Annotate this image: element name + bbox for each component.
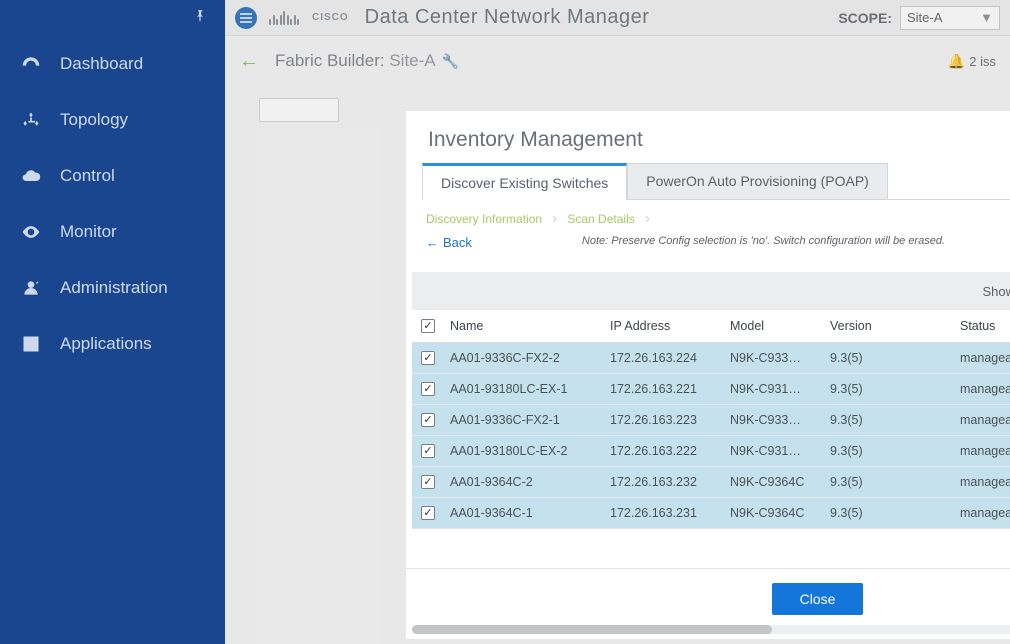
gauge-icon	[20, 54, 42, 74]
sidebar-item-topology[interactable]: Topology	[0, 92, 225, 148]
cell-status: manageable	[954, 406, 1010, 434]
cell-name: AA01-9336C-FX2-1	[444, 406, 604, 434]
col-header-name[interactable]: Name	[444, 310, 604, 342]
cell-version: 9.3(5)	[824, 375, 954, 403]
table-row[interactable]: AA01-93180LC-EX-2172.26.163.222N9K-C931……	[412, 436, 1010, 467]
cell-status: manageable	[954, 375, 1010, 403]
topology-icon	[20, 110, 42, 130]
sidebar-item-administration[interactable]: Administration	[0, 260, 225, 316]
cell-model: N9K-C931…	[724, 437, 824, 465]
scrollbar-thumb[interactable]	[412, 625, 772, 634]
sidebar-item-label: Control	[60, 166, 115, 186]
modal-footer: Close	[406, 568, 1010, 625]
sidebar-item-label: Monitor	[60, 222, 117, 242]
table-row[interactable]: AA01-9336C-FX2-2172.26.163.224N9K-C933…9…	[412, 343, 1010, 374]
col-header-ip[interactable]: IP Address	[604, 310, 724, 342]
cell-version: 9.3(5)	[824, 406, 954, 434]
eye-icon	[20, 222, 42, 242]
cell-name: AA01-9364C-2	[444, 468, 604, 496]
chevron-right-icon: ›	[639, 210, 656, 228]
col-header-model[interactable]: Model	[724, 310, 824, 342]
sidebar-item-dashboard[interactable]: Dashboard	[0, 36, 225, 92]
grid-header: Name IP Address Model Version Status Pro…	[412, 310, 1010, 343]
filter-bar: Show All	[412, 272, 1010, 310]
apps-icon	[20, 334, 42, 354]
close-button[interactable]: Close	[772, 583, 864, 615]
cell-status: manageable	[954, 437, 1010, 465]
grid-body: AA01-9336C-FX2-2172.26.163.224N9K-C933…9…	[412, 343, 1010, 529]
cloud-icon	[20, 166, 42, 186]
cell-version: 9.3(5)	[824, 437, 954, 465]
cell-model: N9K-C933…	[724, 344, 824, 372]
col-header-status[interactable]: Status	[954, 310, 1010, 342]
row-checkbox[interactable]	[421, 413, 435, 427]
crumb-scan-details[interactable]: Scan Details	[567, 212, 634, 226]
cell-model: N9K-C933…	[724, 406, 824, 434]
select-all-checkbox[interactable]	[421, 319, 435, 333]
sidebar-item-label: Applications	[60, 334, 152, 354]
cell-name: AA01-9364C-1	[444, 499, 604, 527]
row-checkbox[interactable]	[421, 506, 435, 520]
cell-status: manageable	[954, 344, 1010, 372]
col-header-version[interactable]: Version	[824, 310, 954, 342]
wizard-breadcrumb: Discovery Information › Scan Details ›	[406, 200, 1010, 232]
table-row[interactable]: AA01-93180LC-EX-1172.26.163.221N9K-C931……	[412, 374, 1010, 405]
inventory-modal: Inventory Management ✕ Discover Existing…	[405, 110, 1010, 640]
cell-ip: 172.26.163.221	[604, 375, 724, 403]
sidebar-pin-row	[0, 0, 225, 36]
sidebar-item-label: Topology	[60, 110, 128, 130]
pin-icon[interactable]	[193, 9, 207, 28]
tab-poap[interactable]: PowerOn Auto Provisioning (POAP)	[627, 163, 888, 199]
show-label: Show	[982, 284, 1010, 299]
main-area: CISCO Data Center Network Manager SCOPE:…	[225, 0, 1010, 644]
config-warning-note: Note: Preserve Config selection is 'no'.…	[472, 235, 1010, 247]
cell-model: N9K-C9364C	[724, 499, 824, 527]
cell-status: manageable	[954, 468, 1010, 496]
row-checkbox[interactable]	[421, 475, 435, 489]
sidebar: Dashboard Topology Control Monitor Admin…	[0, 0, 225, 644]
arrow-left-icon: ←	[426, 235, 439, 250]
cell-version: 9.3(5)	[824, 468, 954, 496]
cell-ip: 172.26.163.232	[604, 468, 724, 496]
table-row[interactable]: AA01-9364C-2172.26.163.232N9K-C9364C9.3(…	[412, 467, 1010, 498]
crumb-discovery-info[interactable]: Discovery Information	[426, 212, 542, 226]
table-row[interactable]: AA01-9336C-FX2-1172.26.163.223N9K-C933…9…	[412, 405, 1010, 436]
cell-model: N9K-C931…	[724, 375, 824, 403]
horizontal-scrollbar[interactable]	[412, 625, 1010, 634]
back-label: Back	[443, 235, 472, 250]
switch-grid: Name IP Address Model Version Status Pro…	[412, 310, 1010, 529]
sidebar-item-label: Dashboard	[60, 54, 143, 74]
cell-version: 9.3(5)	[824, 344, 954, 372]
sidebar-item-control[interactable]: Control	[0, 148, 225, 204]
cell-name: AA01-93180LC-EX-2	[444, 437, 604, 465]
cell-ip: 172.26.163.223	[604, 406, 724, 434]
cell-ip: 172.26.163.231	[604, 499, 724, 527]
cell-name: AA01-9336C-FX2-2	[444, 344, 604, 372]
row-checkbox[interactable]	[421, 382, 435, 396]
sidebar-item-label: Administration	[60, 278, 168, 298]
modal-tabs: Discover Existing Switches PowerOn Auto …	[422, 163, 1010, 200]
table-row[interactable]: AA01-9364C-1172.26.163.231N9K-C9364C9.3(…	[412, 498, 1010, 529]
modal-title: Inventory Management	[428, 128, 643, 152]
cell-ip: 172.26.163.224	[604, 344, 724, 372]
cell-ip: 172.26.163.222	[604, 437, 724, 465]
user-icon	[20, 278, 42, 298]
cell-version: 9.3(5)	[824, 499, 954, 527]
cell-name: AA01-93180LC-EX-1	[444, 375, 604, 403]
sidebar-item-monitor[interactable]: Monitor	[0, 204, 225, 260]
chevron-right-icon: ›	[546, 210, 563, 228]
sidebar-item-applications[interactable]: Applications	[0, 316, 225, 372]
cell-model: N9K-C9364C	[724, 468, 824, 496]
back-link[interactable]: ← Back	[426, 235, 472, 250]
cell-status: manageable	[954, 499, 1010, 527]
row-checkbox[interactable]	[421, 444, 435, 458]
tab-discover-existing[interactable]: Discover Existing Switches	[422, 163, 627, 200]
row-checkbox[interactable]	[421, 351, 435, 365]
